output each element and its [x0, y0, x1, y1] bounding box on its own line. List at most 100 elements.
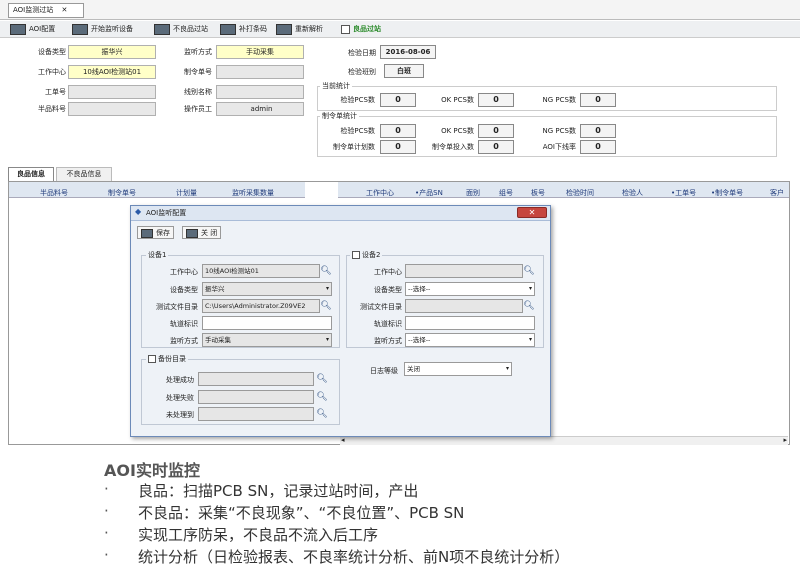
- window-tab[interactable]: AOI监测过站 ✕: [8, 3, 84, 18]
- col-plan-qty[interactable]: 计划量: [176, 188, 197, 198]
- d1-track-id-input[interactable]: [202, 316, 332, 330]
- col-collect-qty[interactable]: 监听采集数量: [232, 188, 274, 198]
- d1-work-center-search-icon[interactable]: 🔍︎: [320, 265, 332, 277]
- col-product-sn[interactable]: •产品SN: [415, 188, 443, 198]
- d2-monitor-mode-select[interactable]: --选择-- ▾: [405, 333, 535, 347]
- tab-good-info[interactable]: 良品信息: [8, 167, 54, 181]
- col-order-no[interactable]: 制令单号: [108, 188, 136, 198]
- chevron-down-icon: ▾: [505, 365, 509, 372]
- d2-work-center-label: 工作中心: [374, 268, 402, 276]
- col-inspector[interactable]: 检验人: [622, 188, 643, 198]
- inspect-shift-field: 白班: [384, 64, 424, 78]
- log-level-select[interactable]: 关闭 ▾: [404, 362, 512, 376]
- backup-fail-search-icon[interactable]: 🔍︎: [316, 391, 328, 403]
- good-pass-checkbox[interactable]: 良品过站: [341, 22, 381, 37]
- current-stats-title: 当前统计: [320, 81, 352, 91]
- defect-icon: [154, 23, 170, 35]
- order-ng-count: 0: [580, 124, 616, 138]
- chevron-down-icon: ▾: [528, 285, 532, 292]
- inspect-shift-label: 检验班别: [348, 68, 376, 76]
- line-name-field[interactable]: [216, 85, 304, 99]
- scroll-left-icon[interactable]: ◂: [341, 436, 345, 444]
- aoi-config-button[interactable]: AOI配置: [10, 22, 55, 37]
- device-type-field[interactable]: 振华兴: [68, 45, 156, 59]
- cur-ng-count: 0: [580, 93, 616, 107]
- col-inspect-time[interactable]: 检验时间: [566, 188, 594, 198]
- caption-title: AOI实时监控: [104, 461, 200, 480]
- backup-unprocessed-search-icon[interactable]: 🔍︎: [316, 408, 328, 420]
- col-work-center[interactable]: 工作中心: [366, 188, 394, 198]
- col-customer[interactable]: 客户: [770, 188, 784, 198]
- work-center-field[interactable]: 10线AOI检测站01: [68, 65, 156, 79]
- window-tab-title: AOI监测过站: [13, 6, 54, 14]
- dialog-close-text-button[interactable]: 关 闭: [182, 226, 222, 239]
- d2-test-dir-search-icon[interactable]: 🔍︎: [523, 300, 535, 312]
- device2-checkbox[interactable]: 设备2: [350, 250, 383, 260]
- aoi-offline-count: 0: [580, 140, 616, 154]
- d2-test-dir-field[interactable]: [405, 299, 523, 313]
- order-no-field[interactable]: [216, 65, 304, 79]
- dialog-titlebar[interactable]: [131, 206, 550, 221]
- operator-label: 操作员工: [184, 105, 212, 113]
- d1-device-type-label: 设备类型: [170, 286, 198, 294]
- horizontal-scrollbar[interactable]: ◂ ▸: [340, 436, 788, 445]
- cur-ok-count: 0: [478, 93, 514, 107]
- col-side[interactable]: 面别: [466, 188, 480, 198]
- order-stats-title: 制令单统计: [320, 111, 359, 121]
- col-semi-part[interactable]: 半品料号: [40, 188, 68, 198]
- d1-test-dir-label: 测试文件目录: [156, 303, 198, 311]
- col-group[interactable]: 组号: [499, 188, 513, 198]
- backup-checkbox[interactable]: 备份目录: [146, 354, 188, 364]
- dialog-app-icon: ◆: [135, 207, 142, 216]
- backup-success-label: 处理成功: [166, 376, 194, 384]
- aoi-offline-label: AOI下线率: [542, 143, 576, 151]
- scroll-right-icon[interactable]: ▸: [783, 436, 787, 444]
- backup-success-field[interactable]: [198, 372, 314, 386]
- d1-test-dir-search-icon[interactable]: 🔍︎: [320, 300, 332, 312]
- order-ok-count: 0: [478, 124, 514, 138]
- backup-unprocessed-field[interactable]: [198, 407, 314, 421]
- d1-work-center-field[interactable]: 10线AOI检测站01: [202, 264, 320, 278]
- bullet-4: ·: [104, 546, 109, 564]
- work-order-label: 工单号: [45, 88, 66, 96]
- bullet-2: ·: [104, 502, 109, 520]
- d2-monitor-mode-label: 监听方式: [374, 337, 402, 345]
- backup-fail-label: 处理失败: [166, 394, 194, 402]
- caption-bullet-4: 统计分析（日检验报表、不良率统计分析、前N项不良统计分析）: [138, 548, 570, 566]
- d1-monitor-mode-select[interactable]: 手动采集 ▾: [202, 333, 332, 347]
- d1-test-dir-field[interactable]: C:\Users\Administrator.Z09VE2: [202, 299, 320, 313]
- d1-device-type-select[interactable]: 振华兴 ▾: [202, 282, 332, 296]
- reprint-barcode-button[interactable]: 补打条码: [220, 22, 267, 37]
- dialog-save-button[interactable]: 保存: [137, 226, 174, 239]
- work-order-field[interactable]: [68, 85, 156, 99]
- defect-pass-button[interactable]: 不良品过站: [154, 22, 208, 37]
- backup-success-search-icon[interactable]: 🔍︎: [316, 373, 328, 385]
- d2-work-center-field[interactable]: [405, 264, 523, 278]
- inspect-date-label: 检验日期: [348, 49, 376, 57]
- monitor-mode-field[interactable]: 手动采集: [216, 45, 304, 59]
- d2-device-type-select[interactable]: --选择-- ▾: [405, 282, 535, 296]
- refresh-icon: [276, 23, 292, 35]
- bullet-3: ·: [104, 524, 109, 542]
- caption-bullet-1: 良品：扫描PCB SN，记录过站时间，产出: [138, 482, 419, 500]
- d1-track-id-label: 轨道标识: [170, 320, 198, 328]
- tab-defect-info[interactable]: 不良品信息: [56, 167, 112, 181]
- dialog-close-button[interactable]: ✕: [517, 207, 547, 218]
- start-listen-button[interactable]: 开始监听设备: [72, 22, 133, 37]
- backup-fail-field[interactable]: [198, 390, 314, 404]
- reparse-button[interactable]: 重新解析: [276, 22, 323, 37]
- col-work-order[interactable]: •工单号: [671, 188, 696, 198]
- config-icon: [10, 23, 26, 35]
- d2-track-id-input[interactable]: [405, 316, 535, 330]
- d2-work-center-search-icon[interactable]: 🔍︎: [523, 265, 535, 277]
- col-board[interactable]: 板号: [531, 188, 545, 198]
- cur-inspect-count: 0: [380, 93, 416, 107]
- close-icon[interactable]: ✕: [61, 6, 67, 14]
- col-order-no-right[interactable]: •制令单号: [711, 188, 743, 198]
- d2-track-id-label: 轨道标识: [374, 320, 402, 328]
- semi-part-label: 半品料号: [38, 105, 66, 113]
- bullet-1: ·: [104, 480, 109, 498]
- semi-part-field[interactable]: [68, 102, 156, 116]
- close-icon: ✕: [528, 208, 536, 217]
- caption-bullet-2: 不良品：采集“不良现象”、“不良位置”、PCB SN: [138, 504, 465, 522]
